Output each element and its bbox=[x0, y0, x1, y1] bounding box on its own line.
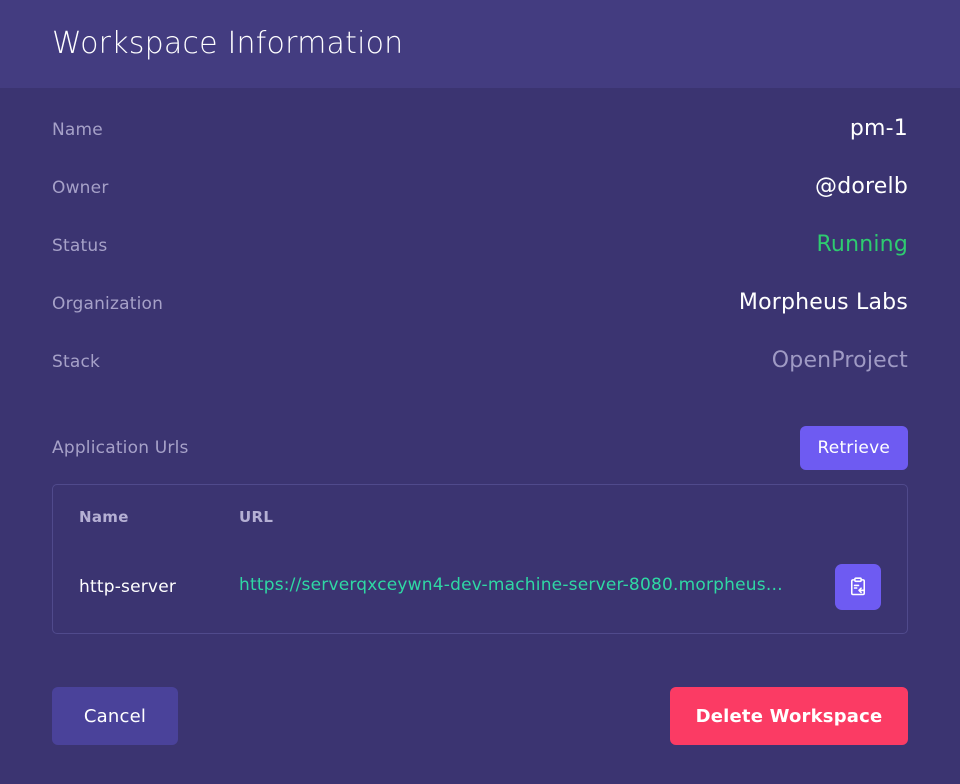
info-row-stack: Stack OpenProject bbox=[52, 348, 908, 406]
info-row-name: Name pm-1 bbox=[52, 116, 908, 174]
info-label: Owner bbox=[52, 178, 109, 198]
column-header-actions bbox=[825, 508, 881, 564]
copy-url-button[interactable] bbox=[835, 564, 881, 610]
application-url-link[interactable]: https://serverqxceywn4-dev-machine-serve… bbox=[239, 575, 783, 595]
dialog-header: Workspace Information bbox=[0, 0, 960, 88]
info-label: Stack bbox=[52, 352, 100, 372]
clipboard-paste-icon bbox=[847, 576, 869, 598]
info-label: Organization bbox=[52, 294, 163, 314]
column-header-url: URL bbox=[239, 508, 825, 564]
application-urls-table: Name URL http-server https://serverqxcey… bbox=[79, 508, 881, 610]
page-title: Workspace Information bbox=[52, 29, 403, 59]
info-value-stack: OpenProject bbox=[772, 348, 908, 373]
workspace-information-dialog: Workspace Information Name pm-1 Owner @d… bbox=[0, 0, 960, 784]
info-label: Name bbox=[52, 120, 103, 140]
application-urls-row: Application Urls Retrieve bbox=[52, 412, 908, 484]
info-row-status: Status Running bbox=[52, 232, 908, 290]
info-value-owner: @dorelb bbox=[815, 174, 908, 199]
application-urls-panel: Name URL http-server https://serverqxcey… bbox=[52, 484, 908, 634]
table-row: http-server https://serverqxceywn4-dev-m… bbox=[79, 564, 881, 610]
status-badge: Running bbox=[816, 232, 908, 257]
info-value-name: pm-1 bbox=[850, 116, 908, 141]
info-value-organization: Morpheus Labs bbox=[739, 290, 908, 315]
cancel-button[interactable]: Cancel bbox=[52, 687, 178, 745]
table-header-row: Name URL bbox=[79, 508, 881, 564]
delete-workspace-button[interactable]: Delete Workspace bbox=[670, 687, 908, 745]
application-urls-label: Application Urls bbox=[52, 438, 189, 458]
retrieve-button[interactable]: Retrieve bbox=[800, 426, 908, 470]
info-row-owner: Owner @dorelb bbox=[52, 174, 908, 232]
column-header-name: Name bbox=[79, 508, 239, 564]
dialog-footer: Cancel Delete Workspace bbox=[0, 648, 960, 784]
info-row-organization: Organization Morpheus Labs bbox=[52, 290, 908, 348]
cell-service-name: http-server bbox=[79, 564, 239, 610]
dialog-body: Name pm-1 Owner @dorelb Status Running O… bbox=[0, 88, 960, 648]
info-label: Status bbox=[52, 236, 107, 256]
